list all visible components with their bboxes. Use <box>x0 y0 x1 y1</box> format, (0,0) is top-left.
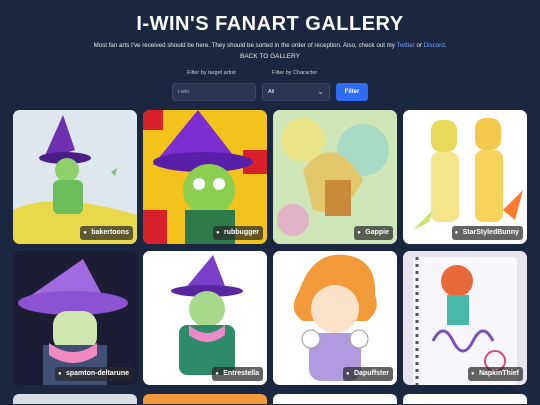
user-icon: ● <box>454 230 459 236</box>
twitter-link[interactable]: Twitter <box>397 42 415 49</box>
fanart-card-partial[interactable] <box>143 394 267 404</box>
fanart-image <box>13 251 137 385</box>
fanart-image <box>273 251 397 385</box>
user-icon: ● <box>345 371 350 377</box>
fanart-card[interactable]: ● NapkinThief <box>403 251 527 385</box>
artist-filter-label: Filter by target artist <box>187 70 236 76</box>
artist-name: Dapuffster <box>353 370 389 377</box>
fanart-image <box>273 110 397 244</box>
fanart-image <box>403 251 527 385</box>
fanart-card[interactable]: ● rubbugger <box>143 110 267 244</box>
artist-tag: ● rubbugger <box>213 226 263 240</box>
character-filter-select[interactable]: All ⌄ <box>262 83 330 101</box>
fanart-card[interactable]: ● StarStyledBunny <box>403 110 527 244</box>
fanart-card[interactable]: ● Gappie <box>273 110 397 244</box>
character-filter-label: Filter by Character <box>272 70 318 76</box>
page-description: Most fan arts I've received should be he… <box>0 42 540 49</box>
filter-bar: Filter by target artist i-win Filter by … <box>0 70 540 104</box>
fanart-card[interactable]: ● bakertoons <box>13 110 137 244</box>
fanart-image <box>143 251 267 385</box>
fanart-card[interactable]: ● Entrestella <box>143 251 267 385</box>
user-icon: ● <box>57 371 62 377</box>
artist-tag: ● Dapuffster <box>342 367 393 381</box>
fanart-image <box>143 110 267 244</box>
user-icon: ● <box>470 371 475 377</box>
description-or: or <box>414 42 424 49</box>
artist-filter-input[interactable]: i-win <box>172 83 256 101</box>
description-text: Most fan arts I've received should be he… <box>93 42 397 49</box>
user-icon: ● <box>357 230 361 236</box>
artist-name: rubbugger <box>224 229 259 236</box>
chevron-down-icon: ⌄ <box>317 87 324 96</box>
artist-tag: ● Gappie <box>354 226 393 240</box>
artist-tag: ● Entrestella <box>212 367 263 381</box>
back-to-gallery-link[interactable]: BACK TO GALLERY <box>0 53 540 60</box>
artist-name: Entrestella <box>223 370 259 377</box>
description-end: . <box>444 42 447 49</box>
artist-tag: ● bakertoons <box>80 226 133 240</box>
user-icon: ● <box>216 230 220 236</box>
artist-name: bakertoons <box>91 229 129 236</box>
artist-tag: ● spamton-deltarune <box>54 367 133 381</box>
filter-button[interactable]: Filter <box>336 83 368 101</box>
artist-tag: ● StarStyledBunny <box>451 226 523 240</box>
fanart-card-partial[interactable] <box>403 394 527 404</box>
page-header: I-WIN'S FANART GALLERY Most fan arts I'v… <box>0 0 540 60</box>
fanart-card[interactable]: ● Dapuffster <box>273 251 397 385</box>
fanart-card[interactable]: ● spamton-deltarune <box>13 251 137 385</box>
artist-name: NapkinThief <box>478 370 519 377</box>
fanart-card-partial[interactable] <box>273 394 397 404</box>
discord-link[interactable]: Discord <box>424 42 445 49</box>
fanart-image <box>13 110 137 244</box>
artist-tag: ● NapkinThief <box>467 367 523 381</box>
artist-name: spamton-deltarune <box>65 370 129 377</box>
fanart-card-partial[interactable] <box>13 394 137 404</box>
fanart-image <box>403 110 527 244</box>
user-icon: ● <box>215 371 219 377</box>
character-filter-value: All <box>268 89 275 95</box>
page-title: I-WIN'S FANART GALLERY <box>136 13 404 35</box>
artist-name: Gappie <box>365 229 389 236</box>
artist-name: StarStyledBunny <box>462 229 519 236</box>
user-icon: ● <box>83 230 87 236</box>
